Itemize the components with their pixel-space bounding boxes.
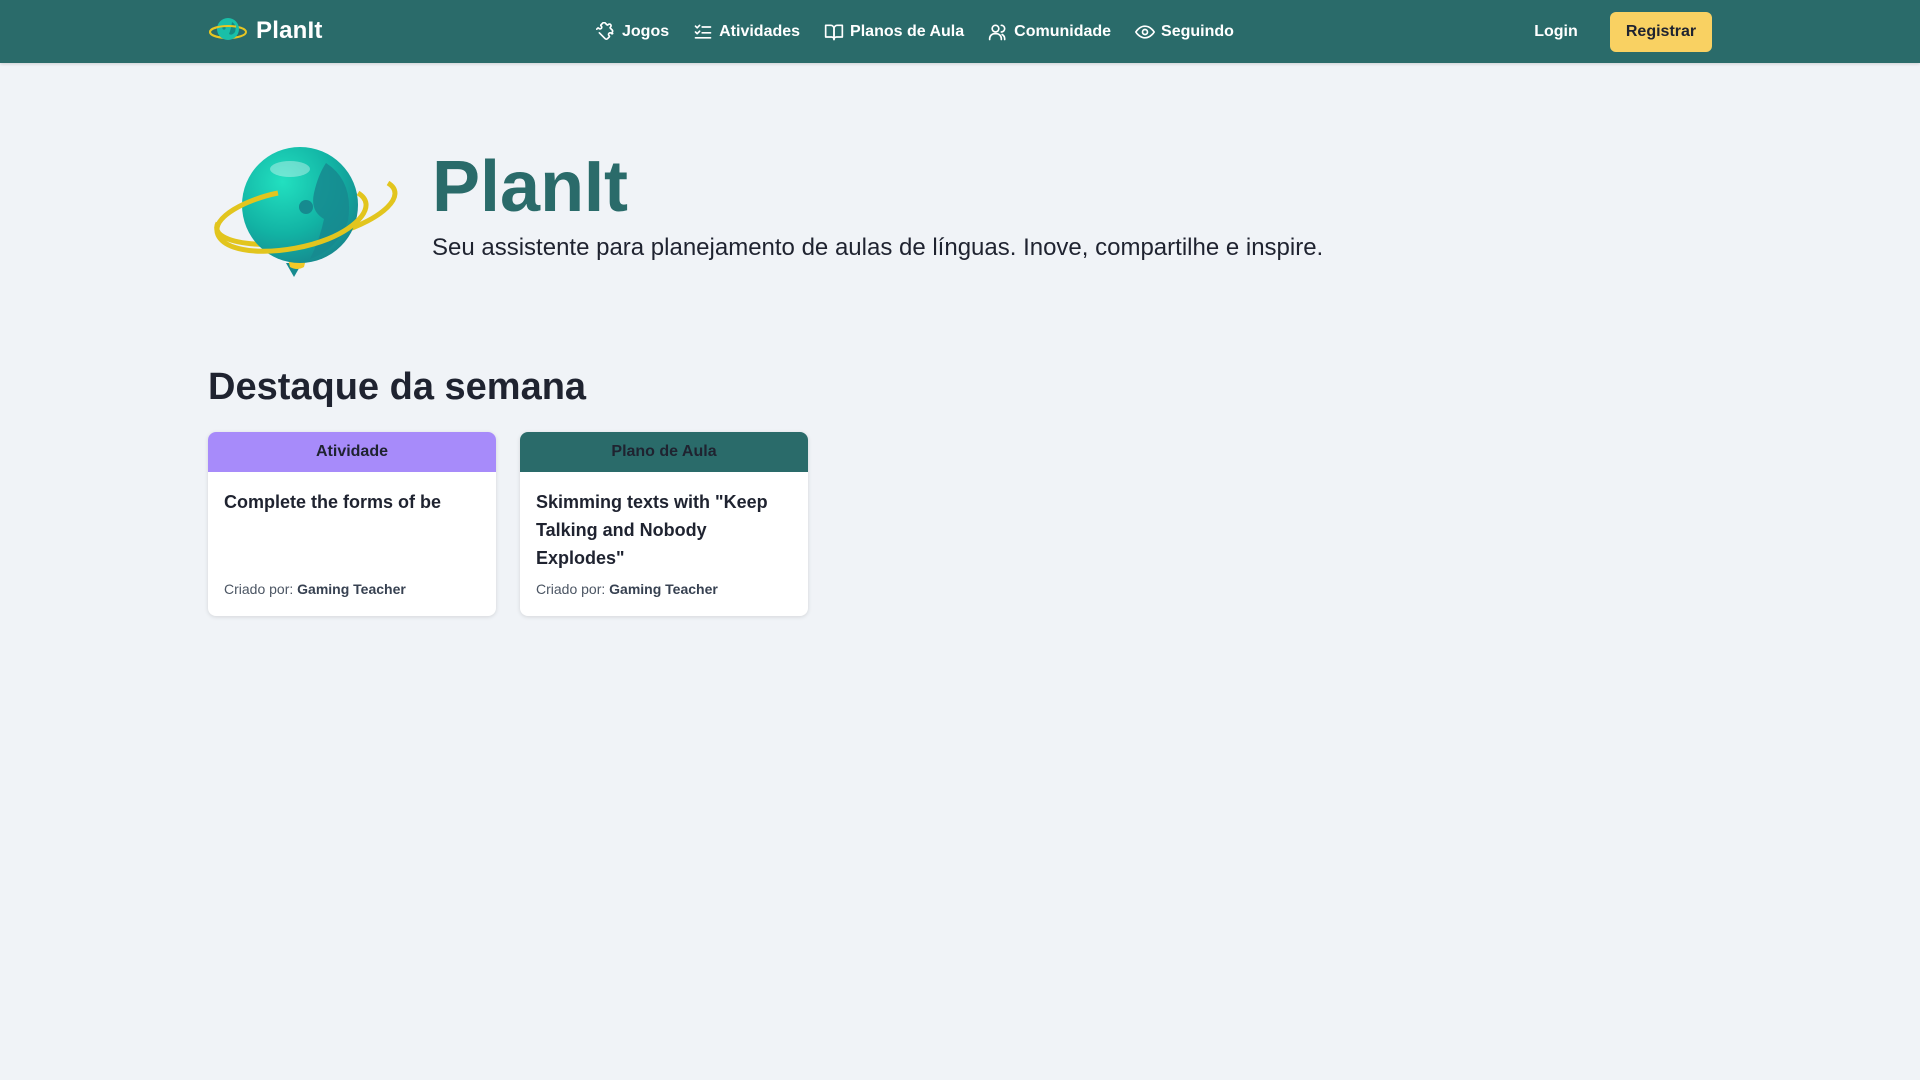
author-name: Gaming Teacher — [609, 581, 718, 597]
top-navbar: PlanIt Jogos Atividades Planos de Aula C… — [0, 0, 1920, 63]
card-type-badge: Atividade — [208, 432, 496, 472]
nav-jogos[interactable]: Jogos — [596, 21, 670, 42]
brand-name: PlanIt — [256, 17, 323, 44]
register-button[interactable]: Registrar — [1610, 12, 1712, 52]
featured-card-activity[interactable]: Atividade Complete the forms of be Criad… — [208, 432, 496, 616]
hero-title: PlanIt — [432, 147, 629, 227]
brand-home-link[interactable]: PlanIt — [208, 14, 323, 48]
nav-planos-label: Planos de Aula — [850, 22, 965, 40]
author-name: Gaming Teacher — [297, 581, 406, 597]
nav-comunidade-label: Comunidade — [1014, 22, 1112, 40]
card-author: Criado por: Gaming Teacher — [224, 580, 406, 598]
nav-planos-de-aula[interactable]: Planos de Aula — [824, 22, 964, 42]
card-type-badge: Plano de Aula — [520, 432, 808, 472]
created-by-label: Criado por: — [224, 581, 294, 597]
planet-logo-icon — [214, 147, 398, 277]
card-title: Complete the forms of be — [224, 492, 442, 512]
checklist-icon — [694, 24, 712, 39]
nav-atividades[interactable]: Atividades — [693, 22, 800, 42]
nav-seguindo-label: Seguindo — [1161, 22, 1234, 40]
nav-jogos-label: Jogos — [622, 22, 670, 40]
hero-subtitle: Seu assistente para planejamento de aula… — [432, 234, 1324, 261]
featured-section-title: Destaque da semana — [208, 366, 587, 408]
puzzle-icon — [596, 21, 614, 40]
main-nav: Jogos Atividades Planos de Aula Comunida… — [596, 0, 1234, 63]
card-author: Criado por: Gaming Teacher — [536, 580, 718, 598]
book-icon — [824, 24, 844, 40]
nav-seguindo[interactable]: Seguindo — [1135, 22, 1234, 42]
featured-card-lesson-plan[interactable]: Plano de Aula Skimming texts with "Keep … — [520, 432, 808, 616]
nav-comunidade[interactable]: Comunidade — [988, 22, 1111, 42]
nav-atividades-label: Atividades — [719, 22, 801, 40]
card-title: Skimming texts with "Keep Talking and No… — [536, 492, 768, 568]
eye-icon — [1135, 24, 1156, 39]
users-icon — [988, 24, 1006, 40]
planet-logo-icon — [209, 18, 247, 40]
login-button[interactable]: Login — [1520, 12, 1592, 52]
created-by-label: Criado por: — [536, 581, 606, 597]
